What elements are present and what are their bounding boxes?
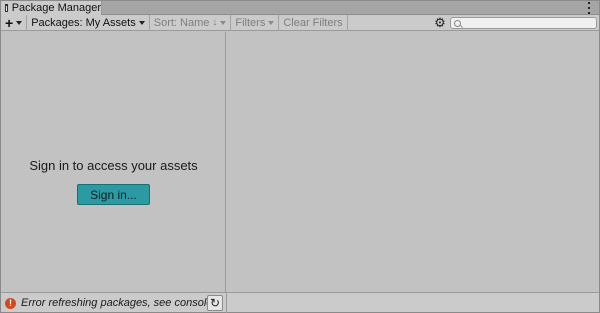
sign-in-button[interactable]: Sign in...: [77, 184, 150, 205]
toolbar: + Packages: My Assets Sort: Name ↓ Filte…: [1, 14, 599, 31]
plus-icon: +: [5, 14, 14, 31]
chevron-down-icon: [268, 20, 275, 25]
status-bar: ! Error refreshing packages, see console…: [1, 292, 599, 313]
tab-title: Package Manager: [11, 2, 101, 14]
chevron-down-icon: [220, 20, 227, 25]
chevron-down-icon: [138, 20, 145, 25]
packages-scope-dropdown[interactable]: Packages: My Assets: [27, 14, 150, 31]
search-field[interactable]: [450, 17, 597, 29]
chevron-down-icon: [16, 20, 23, 25]
search-input[interactable]: [464, 18, 584, 28]
tab-strip: Package Manager: [1, 1, 599, 15]
package-manager-window: Package Manager + Packages: My Assets So…: [0, 0, 600, 313]
tab-package-manager[interactable]: Package Manager: [1, 1, 102, 15]
error-icon: !: [5, 297, 16, 309]
sort-label: Sort: Name: [153, 16, 210, 29]
status-area: ! Error refreshing packages, see console…: [1, 293, 227, 313]
refresh-icon: ↻: [209, 296, 221, 310]
package-details-pane: [227, 32, 599, 292]
clear-filters-label: Clear Filters: [283, 16, 343, 29]
package-list-pane: Sign in to access your assets Sign in...: [1, 32, 226, 300]
search-icon: [454, 19, 461, 27]
packages-scope-label: Packages: My Assets: [31, 16, 136, 29]
refresh-button[interactable]: ↻: [207, 295, 223, 311]
filters-label: Filters: [235, 16, 266, 29]
kebab-menu-icon[interactable]: [587, 2, 591, 14]
package-window-icon: [5, 4, 8, 12]
sort-dropdown[interactable]: Sort: Name ↓: [150, 14, 232, 31]
status-error-text: Error refreshing packages, see console: [21, 297, 213, 309]
sort-direction-icon: ↓: [212, 17, 218, 28]
add-package-button[interactable]: +: [1, 14, 28, 31]
gear-icon[interactable]: ⚙: [433, 16, 447, 30]
sign-in-message: Sign in to access your assets: [29, 158, 198, 173]
filters-dropdown[interactable]: Filters: [231, 14, 280, 31]
clear-filters-button[interactable]: Clear Filters: [279, 14, 348, 31]
